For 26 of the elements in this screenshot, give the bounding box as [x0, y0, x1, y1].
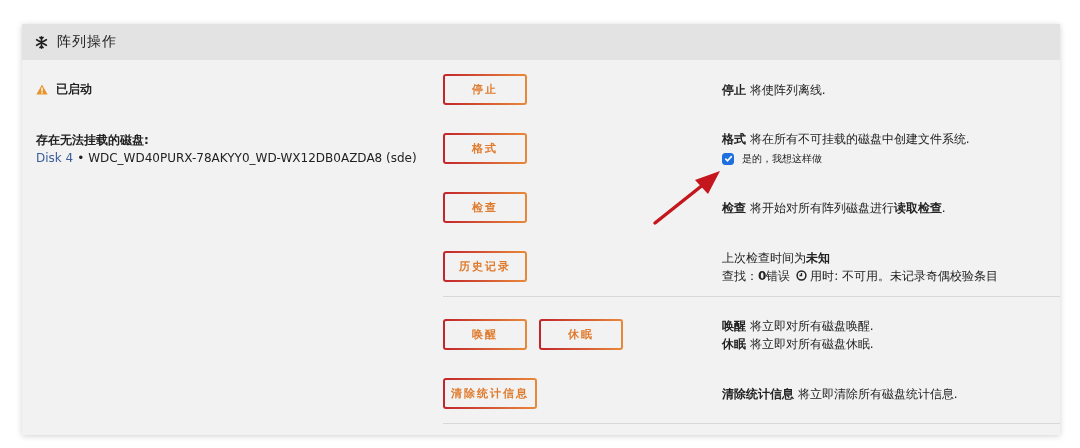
action-button[interactable]: 历史记录: [443, 251, 527, 282]
action-button[interactable]: 休眠: [539, 319, 623, 350]
warning-icon: [36, 84, 48, 95]
disk-link[interactable]: Disk 4: [36, 151, 74, 165]
action-button[interactable]: 格式: [443, 133, 527, 164]
description-text: 清除统计信息 将立即清除所有磁盘统计信息.: [722, 385, 958, 403]
action-button[interactable]: 检查: [443, 192, 527, 223]
description-text: 用时: 不可用。未记录奇偶校验条目: [810, 267, 999, 285]
description-text: 休眠 将立即对所有磁盘休眠.: [722, 335, 874, 353]
description-text: 格式 将在所有不可挂载的磁盘中创建文件系统.: [722, 130, 970, 148]
clock-icon: [796, 270, 808, 281]
description-text: 查找：0错误: [722, 267, 791, 285]
action-button[interactable]: 清除统计信息: [443, 378, 537, 409]
snowflake-icon: [35, 35, 48, 49]
status-label: 已启动: [56, 81, 92, 98]
action-button[interactable]: 唤醒: [443, 319, 527, 350]
description-text: 检查 将开始对所有阵列磁盘进行读取检查.: [722, 199, 946, 217]
unmountable-heading: 存在无法挂载的磁盘:: [36, 132, 150, 149]
disk-detail: • WDC_WD40PURX-78AKYY0_WD-WX12DB0AZDA8 (sde): [77, 151, 417, 165]
action-button[interactable]: 停止: [443, 74, 527, 105]
confirm-label: 是的，我想这样做: [742, 151, 822, 166]
description-text: 上次检查时间为未知: [722, 249, 830, 267]
panel-title: 阵列操作: [57, 33, 117, 51]
confirm-checkbox[interactable]: [722, 152, 734, 165]
description-text: 唤醒 将立即对所有磁盘唤醒.: [722, 317, 874, 335]
description-text: 停止 将使阵列离线.: [722, 81, 826, 99]
